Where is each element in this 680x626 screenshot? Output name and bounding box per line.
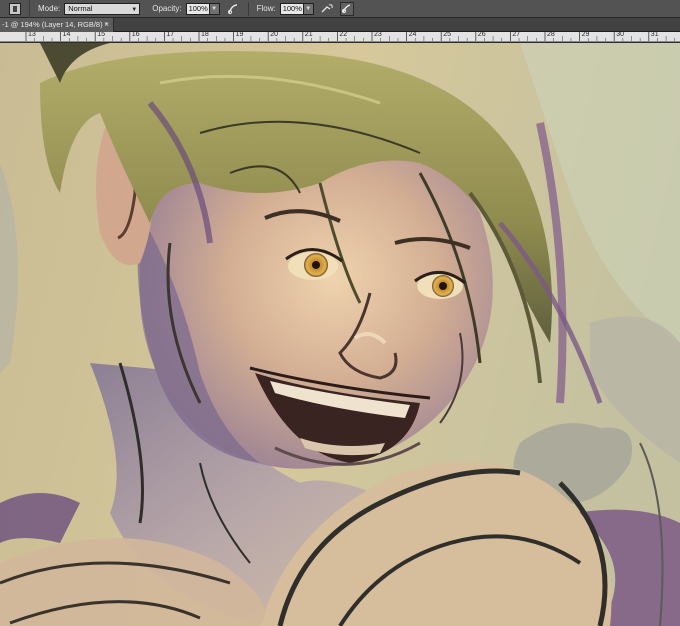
- ruler-label: 23: [374, 32, 382, 38]
- ruler-label: 17: [166, 32, 175, 38]
- painting: [0, 43, 680, 626]
- document-title: -1 @ 194% (Layer 14, RGB/8) *: [2, 20, 108, 29]
- tool-preset-picker[interactable]: [0, 0, 30, 18]
- flow-label: Flow:: [256, 4, 276, 13]
- separator: [247, 1, 249, 16]
- ruler-label: 13: [28, 32, 36, 38]
- pressure-opacity-icon: [227, 3, 237, 14]
- ruler-label: 19: [235, 32, 244, 38]
- opacity-label: Opacity:: [152, 4, 182, 13]
- document-canvas[interactable]: [0, 43, 680, 626]
- flow-slider-toggle[interactable]: ▼: [303, 2, 314, 15]
- pressure-size-icon: [342, 4, 351, 13]
- airbrush-icon: [321, 3, 333, 12]
- tool-preset-icon: [8, 2, 21, 15]
- opacity-slider-toggle[interactable]: ▼: [209, 2, 220, 15]
- document-tab-bar: -1 @ 194% (Layer 14, RGB/8) * ×: [0, 18, 680, 32]
- ruler-label: 29: [581, 32, 590, 38]
- ruler-label: 30: [616, 32, 624, 38]
- ruler-label: 15: [97, 32, 105, 38]
- ruler-label: 28: [547, 32, 555, 38]
- ruler-label: 14: [62, 32, 71, 38]
- ruler-label: 27: [512, 32, 521, 38]
- flow-input[interactable]: 100%: [279, 2, 304, 15]
- ruler-label: 26: [477, 32, 486, 38]
- ruler-label: 31: [650, 32, 659, 38]
- mode-value: Normal: [68, 3, 93, 13]
- ruler-label: 24: [408, 32, 417, 38]
- mode-label: Mode:: [38, 4, 61, 13]
- ruler-label: 20: [270, 32, 278, 38]
- pressure-size-button[interactable]: [339, 1, 354, 16]
- airbrush-button[interactable]: [320, 2, 334, 16]
- opacity-input[interactable]: 100%: [185, 2, 210, 15]
- pressure-opacity-button[interactable]: [226, 2, 240, 16]
- close-icon[interactable]: ×: [104, 18, 109, 32]
- ruler-label: 22: [339, 32, 348, 38]
- document-tab[interactable]: -1 @ 194% (Layer 14, RGB/8) * ×: [0, 18, 114, 32]
- ruler-label: 25: [443, 32, 451, 38]
- ruler-label: 16: [131, 32, 140, 38]
- horizontal-ruler[interactable]: 13 14 15 16 17 18 19 20 21 22 23 24 25 26 27 28 29 30 31: [0, 32, 680, 42]
- options-bar: Mode: Normal ▼ Opacity: 100% ▼ Flow: 100…: [0, 0, 680, 18]
- mode-dropdown[interactable]: Normal ▼: [64, 2, 141, 15]
- ruler-label: 18: [201, 32, 209, 38]
- chevron-down-icon: ▼: [131, 6, 138, 13]
- ruler-label: 21: [304, 32, 313, 38]
